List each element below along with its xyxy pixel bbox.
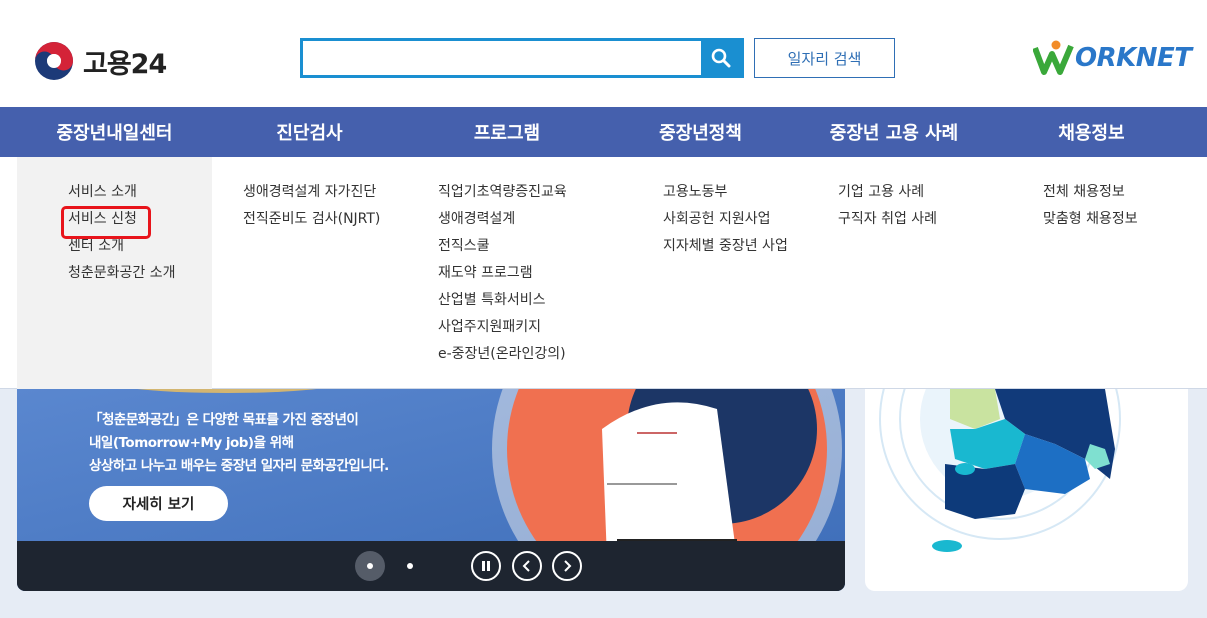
carousel-dot-2[interactable] [407,563,413,569]
worknet-logo[interactable]: ORKNET [1033,40,1192,76]
main-nav: 중장년내일센터 진단검사 프로그램 중장년정책 중장년 고용 사례 채용정보 [0,107,1207,157]
nav-item-center[interactable]: 중장년내일센터 [17,107,212,157]
menu-col-program: 직업기초역량증진교육 생애경력설계 전직스쿨 재도약 프로그램 산업별 특화서비… [438,179,567,368]
worknet-text: ORKNET [1075,43,1192,73]
menu-item-local-gov-programs[interactable]: 지자체별 중장년 사업 [663,233,788,260]
menu-item-service-intro[interactable]: 서비스 소개 [68,179,176,206]
search-icon [711,48,731,68]
menu-item-company-cases[interactable]: 기업 고용 사례 [838,179,937,206]
pause-icon [482,561,490,571]
detail-button[interactable]: 자세히 보기 [89,486,228,521]
page: 고용24 일자리 검색 ORKNET 중장년내일센터 진단검사 프로그램 중장년… [0,0,1207,618]
banner-line-2: 내일(Tomorrow+My job)을 위해 [89,435,294,451]
goyong24-logo[interactable]: 고용24 [33,40,167,82]
logo-text: 고용24 [83,48,167,80]
menu-col-cases: 기업 고용 사례 구직자 취업 사례 [838,179,937,233]
menu-col-center: 서비스 소개 서비스 신청 센터 소개 청춘문화공간 소개 [61,179,176,287]
chevron-right-icon [564,560,572,572]
korea-map-card [865,389,1188,591]
nav-item-program[interactable]: 프로그램 [407,107,607,157]
menu-item-transfer-school[interactable]: 전직스쿨 [438,233,567,260]
search-box [300,38,744,78]
job-search-button[interactable]: 일자리 검색 [754,38,895,78]
chevron-left-icon [522,560,530,572]
korea-map-illustration [879,389,1121,552]
banner-description: 「청춘문화공간」은 다양한 목표를 가진 중장년이 내일(Tomorrow+My… [89,409,389,478]
search-input[interactable] [303,41,701,75]
next-button[interactable] [552,551,582,581]
menu-item-online-lecture[interactable]: e-중장년(온라인강의) [438,341,567,368]
menu-item-custom-jobs[interactable]: 맞춤형 채용정보 [1043,206,1138,233]
pause-button[interactable] [471,551,501,581]
taegeuk-logo-icon [35,42,73,80]
nav-item-policy[interactable]: 중장년정책 [607,107,794,157]
menu-item-basic-education[interactable]: 직업기초역량증진교육 [438,179,567,206]
worknet-w-icon [1033,40,1074,75]
prev-button[interactable] [512,551,542,581]
mega-menu-dropdown: 서비스 소개 서비스 신청 센터 소개 청춘문화공간 소개 생애경력설계 자가진… [0,157,1207,389]
carousel-dot-1[interactable] [355,551,385,581]
menu-item-employer-package[interactable]: 사업주지원패키지 [438,314,567,341]
menu-item-njrt[interactable]: 전직준비도 검사(NJRT) [243,206,380,233]
menu-item-social-contribution[interactable]: 사회공헌 지원사업 [663,206,788,233]
hero-banner: 「청춘문화공간」은 다양한 목표를 가진 중장년이 내일(Tomorrow+My… [17,389,845,591]
menu-item-jobseeker-cases[interactable]: 구직자 취업 사례 [838,206,937,233]
menu-item-service-apply[interactable]: 서비스 신청 [61,206,176,239]
nav-item-cases[interactable]: 중장년 고용 사례 [794,107,994,157]
menu-col-policy: 고용노동부 사회공헌 지원사업 지자체별 중장년 사업 [663,179,788,260]
menu-item-labor-ministry[interactable]: 고용노동부 [663,179,788,206]
menu-item-self-diagnosis[interactable]: 생애경력설계 자가진단 [243,179,380,206]
menu-item-industry-service[interactable]: 산업별 특화서비스 [438,287,567,314]
menu-col-diagnosis: 생애경력설계 자가진단 전직준비도 검사(NJRT) [243,179,380,233]
menu-item-leap-program[interactable]: 재도약 프로그램 [438,260,567,287]
banner-line-1: 「청춘문화공간」은 다양한 목표를 가진 중장년이 [89,412,359,428]
nav-item-jobs[interactable]: 채용정보 [994,107,1189,157]
nav-item-diagnosis[interactable]: 진단검사 [212,107,407,157]
menu-col-jobs: 전체 채용정보 맞춤형 채용정보 [1043,179,1138,233]
menu-item-youth-space-intro[interactable]: 청춘문화공간 소개 [68,260,176,287]
menu-item-career-design[interactable]: 생애경력설계 [438,206,567,233]
header: 고용24 일자리 검색 ORKNET [0,0,1207,107]
search-button[interactable] [701,41,741,75]
carousel-controls [17,541,845,591]
menu-item-all-jobs[interactable]: 전체 채용정보 [1043,179,1138,206]
banner-line-3: 상상하고 나누고 배우는 중장년 일자리 문화공간입니다. [89,458,389,474]
